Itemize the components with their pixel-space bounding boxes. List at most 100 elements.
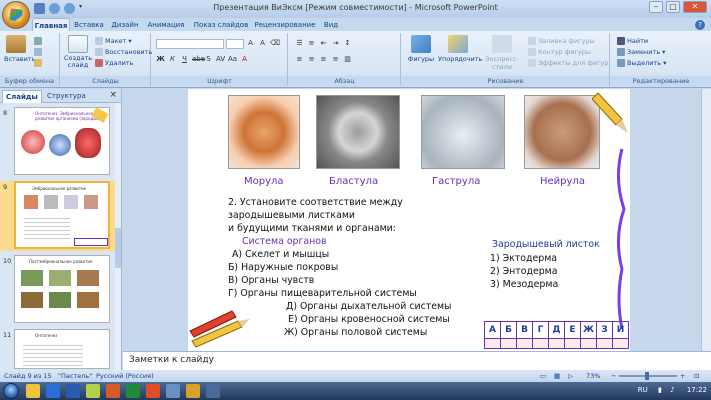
app-icon[interactable]: [206, 384, 220, 398]
font-color-icon[interactable]: A: [240, 55, 249, 64]
volume-icon[interactable]: ♪: [670, 386, 674, 394]
app-icon[interactable]: [146, 384, 160, 398]
new-slide-label: Создать слайд: [64, 54, 93, 69]
bullets-icon[interactable]: ☰: [295, 39, 304, 48]
spacing-icon[interactable]: AV: [216, 55, 225, 64]
app-icon[interactable]: [166, 384, 180, 398]
clear-format-icon[interactable]: ⌫: [270, 39, 280, 48]
close-icon[interactable]: ✕: [683, 1, 707, 13]
slides-label: Слайды: [61, 76, 150, 86]
layout-button[interactable]: Макет ▾: [95, 37, 132, 45]
arrange-button[interactable]: Упорядочить: [438, 35, 482, 63]
slides-group: Создать слайд Макет ▾ Восстановить Удалит…: [61, 33, 152, 86]
excel-icon[interactable]: [126, 384, 140, 398]
keyboard-layout[interactable]: RU: [638, 386, 648, 394]
zoom-in-icon[interactable]: +: [680, 372, 685, 380]
italic-icon[interactable]: К: [168, 55, 177, 64]
cut-button[interactable]: [34, 37, 42, 45]
start-button[interactable]: [3, 383, 19, 399]
scroll-thumb[interactable]: [115, 228, 121, 268]
grow-font-icon[interactable]: A: [246, 39, 255, 48]
pencil-decoration: [592, 92, 628, 330]
zoom-out-icon[interactable]: −: [611, 372, 616, 380]
shape-effects-button[interactable]: Эффекты для фигур: [528, 59, 608, 67]
editor-scrollbar[interactable]: [701, 89, 711, 351]
office-button[interactable]: [2, 1, 30, 29]
shrink-font-icon[interactable]: A: [258, 39, 267, 48]
zoom-slider-knob[interactable]: [645, 372, 649, 380]
line-spacing-icon[interactable]: ↕: [343, 39, 352, 48]
normal-view-icon[interactable]: ▭: [540, 372, 546, 380]
tab-insert[interactable]: Вставка: [72, 18, 106, 32]
slide-thumbnail-selected[interactable]: 9 Эмбриональное развитие: [0, 181, 116, 251]
tab-home[interactable]: Главная: [32, 18, 70, 32]
reset-button[interactable]: Восстановить: [95, 48, 152, 56]
tab-slides-pane[interactable]: Слайды: [2, 90, 42, 103]
find-label: Найти: [627, 37, 649, 45]
new-slide-button[interactable]: Создать слайд: [64, 35, 92, 69]
paste-button[interactable]: Вставить: [4, 35, 35, 63]
help-icon[interactable]: ?: [695, 20, 705, 30]
tab-animation[interactable]: Анимация: [146, 18, 186, 32]
align-left-icon[interactable]: ≡: [295, 55, 304, 64]
case-icon[interactable]: Aa: [228, 55, 237, 64]
strike-icon[interactable]: abe: [192, 55, 205, 64]
tab-review[interactable]: Рецензирование: [254, 18, 316, 32]
fit-slide-icon[interactable]: ⊡: [694, 372, 699, 380]
pencils-bottom-decoration: [189, 310, 250, 348]
explorer-icon[interactable]: [26, 384, 40, 398]
align-right-icon[interactable]: ≡: [319, 55, 328, 64]
media-icon[interactable]: [86, 384, 100, 398]
shape-outline-button[interactable]: Контур фигуры: [528, 48, 591, 56]
select-button[interactable]: Выделить ▾: [617, 59, 666, 67]
clock[interactable]: 17:22: [687, 386, 707, 394]
replace-icon: [617, 48, 625, 56]
columns-icon[interactable]: ▥: [343, 55, 352, 64]
replace-button[interactable]: Заменить ▾: [617, 48, 665, 56]
shape-fill-button[interactable]: Заливка фигуры: [528, 37, 595, 45]
pane-scrollbar[interactable]: [115, 103, 121, 370]
decrease-indent-icon[interactable]: ⇤: [319, 39, 328, 48]
app-icon[interactable]: [186, 384, 200, 398]
outline-label: Контур фигуры: [538, 48, 591, 56]
quick-styles-button[interactable]: Экспресс-стили: [480, 35, 524, 71]
font-size-combo[interactable]: [226, 39, 244, 49]
copy-button[interactable]: [34, 48, 42, 56]
underline-icon[interactable]: Ч: [180, 55, 189, 64]
close-icon[interactable]: ×: [109, 90, 117, 100]
bold-icon[interactable]: Ж: [156, 55, 165, 64]
answer-header: В: [516, 321, 533, 339]
paragraph-group: ☰ ≡ ⇤ ⇥ ↕ ≡ ≡ ≡ ≡ ▥ Абзац: [289, 33, 401, 86]
delete-icon: [95, 59, 103, 67]
maximize-icon[interactable]: □: [666, 1, 680, 13]
network-icon[interactable]: ▮: [658, 386, 662, 394]
notes-pane[interactable]: Заметки к слайду: [123, 351, 711, 370]
zoom-slider[interactable]: [619, 372, 677, 380]
slide-canvas[interactable]: Морула Бластула Гаструла Нейрула 2. Уста…: [188, 89, 630, 351]
zoom-level[interactable]: 73%: [586, 372, 600, 380]
shadow-icon[interactable]: S: [204, 55, 213, 64]
slide-thumbnail[interactable]: 11 Онтогенез: [0, 329, 116, 369]
format-painter-button[interactable]: [34, 59, 42, 67]
minimize-icon[interactable]: –: [649, 1, 663, 13]
align-center-icon[interactable]: ≡: [307, 55, 316, 64]
numbering-icon[interactable]: ≡: [307, 39, 316, 48]
justify-icon[interactable]: ≡: [331, 55, 340, 64]
delete-slide-button[interactable]: Удалить: [95, 59, 133, 67]
tab-design[interactable]: Дизайн: [110, 18, 140, 32]
tab-view[interactable]: Вид: [322, 18, 340, 32]
slide-thumbnail[interactable]: 10 Постэмбриональное развитие: [0, 255, 116, 325]
sorter-view-icon[interactable]: ▦: [554, 372, 560, 380]
language-indicator[interactable]: Русский (Россия): [96, 372, 154, 380]
increase-indent-icon[interactable]: ⇥: [331, 39, 340, 48]
font-name-combo[interactable]: [156, 39, 224, 49]
tab-outline-pane[interactable]: Структура: [44, 90, 89, 103]
find-button[interactable]: Найти: [617, 37, 648, 45]
shapes-button[interactable]: Фигуры: [406, 35, 436, 63]
ie-icon[interactable]: [46, 384, 60, 398]
slide-thumbnail[interactable]: 8 Онтогенез. Эмбриональное развитие орга…: [0, 107, 116, 177]
powerpoint-icon[interactable]: [106, 384, 120, 398]
tab-slideshow[interactable]: Показ слайдов: [192, 18, 250, 32]
word-icon[interactable]: [66, 384, 80, 398]
slideshow-view-icon[interactable]: ▷: [568, 372, 573, 380]
